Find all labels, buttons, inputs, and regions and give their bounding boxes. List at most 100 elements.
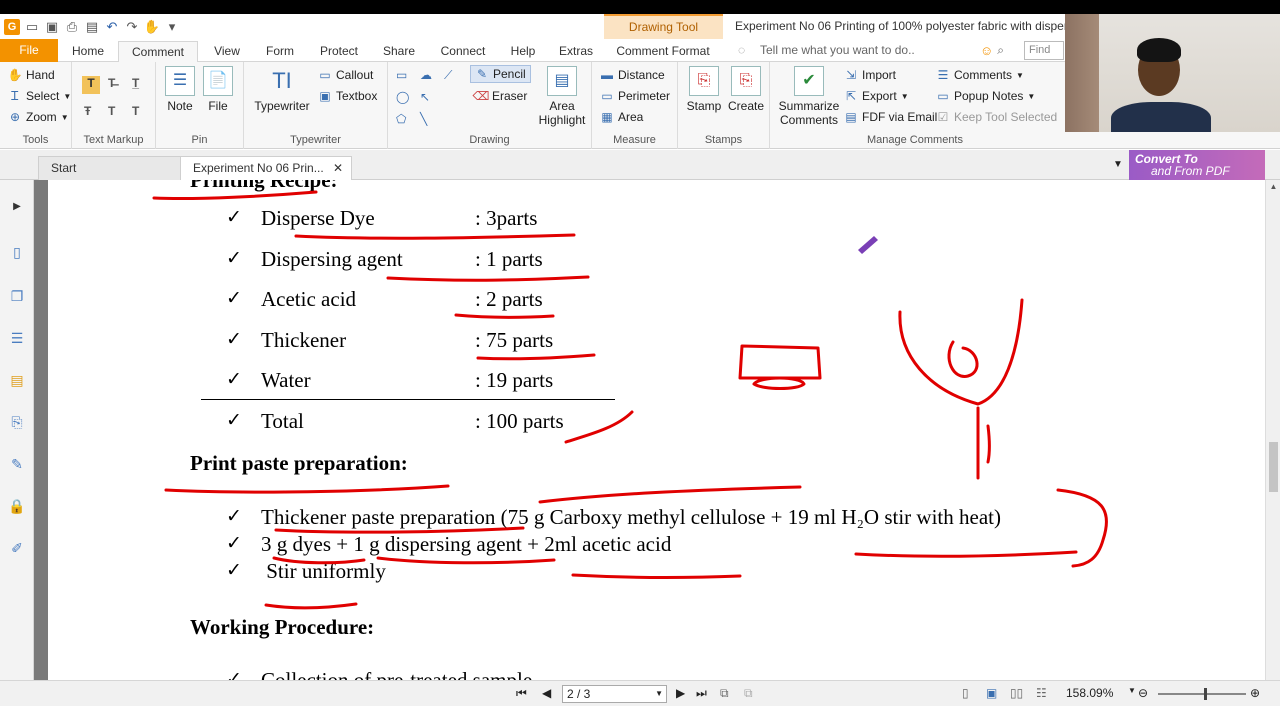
prev-page-icon[interactable]: ◀ [542, 686, 551, 700]
cloud-icon[interactable]: ☁ [420, 68, 432, 82]
line-icon[interactable]: ╲ [420, 112, 427, 126]
app-logo-icon: G [4, 19, 20, 35]
find-options-icon[interactable]: ⌕ [997, 43, 1004, 58]
create-stamp-button[interactable]: ⎘ Create [726, 66, 766, 113]
signature-icon[interactable]: ✎ [7, 454, 27, 474]
save-icon[interactable]: ▣ [44, 19, 60, 35]
menu-help[interactable]: Help [504, 41, 542, 62]
hand-tool-icon[interactable]: ✋ [144, 19, 160, 35]
last-page-icon[interactable]: ⏭ [696, 686, 707, 701]
drawing-tool-context-tab[interactable]: Drawing Tool [604, 14, 723, 39]
menu-extras[interactable]: Extras [552, 41, 600, 62]
menu-comment-format[interactable]: Comment Format [606, 41, 720, 62]
attachment-icon[interactable]: ⎘ [7, 412, 27, 432]
callout-button[interactable]: ▭ Callout [318, 68, 373, 82]
zoom-tool[interactable]: ⊕ Zoom ▼ [8, 110, 69, 124]
smiley-icon[interactable]: ☺ [980, 43, 993, 58]
highlight-text-icon[interactable]: T [82, 76, 100, 94]
fdf-email-button[interactable]: ▤ FDF via Email [844, 110, 937, 124]
underline-icon[interactable]: T̲ [132, 76, 139, 90]
customize-icon[interactable]: ▾ [164, 19, 180, 35]
redo-icon[interactable]: ↷ [124, 19, 140, 35]
find-input[interactable]: Find [1024, 41, 1064, 60]
oval-icon[interactable]: ◯ [396, 90, 409, 104]
menu-comment[interactable]: Comment [118, 41, 198, 64]
file-attach-button[interactable]: 📄 File [202, 66, 234, 113]
bookmark-icon[interactable]: ▯ [7, 242, 27, 262]
continuous-page-icon[interactable]: ▣ [986, 686, 997, 700]
export-button[interactable]: ⇱ Export ▼ [844, 89, 909, 103]
pages-icon[interactable]: ❐ [7, 286, 27, 306]
zoom-slider[interactable] [1158, 688, 1246, 700]
undo-icon[interactable]: ↶ [104, 19, 120, 35]
menu-share[interactable]: Share [376, 41, 422, 62]
ink-underline-paste [164, 484, 450, 494]
strikeout-icon[interactable]: T̶ [108, 76, 115, 90]
squiggly-icon[interactable]: Ŧ [84, 104, 91, 118]
vertical-scrollbar[interactable]: ▲ ▼ [1265, 180, 1280, 690]
continuous-facing-icon[interactable]: ☷ [1036, 686, 1047, 700]
menu-file[interactable]: File [0, 39, 58, 62]
stamp-button[interactable]: ⎘ Stamp [684, 66, 724, 113]
pen-tool-icon[interactable]: ✐ [7, 538, 27, 558]
replace-text-icon[interactable]: T [108, 104, 115, 118]
lock-icon[interactable]: 🔒 [7, 496, 27, 516]
single-page-icon[interactable]: ▯ [962, 686, 969, 700]
zoom-out-icon[interactable]: ⊖ [1138, 686, 1148, 700]
distance-button[interactable]: ▬ Distance [600, 68, 665, 82]
arrow-icon[interactable]: ↖ [420, 90, 430, 104]
hand-tool[interactable]: ✋ Hand [8, 68, 55, 82]
tab-start[interactable]: Start [38, 156, 182, 180]
ink-sketch-circle [947, 340, 979, 378]
menu-protect[interactable]: Protect [312, 41, 366, 62]
new-file-icon[interactable]: ▤ [84, 19, 100, 35]
tab-experiment[interactable]: Experiment No 06 Prin... ✕ [180, 156, 352, 180]
rectangle-icon[interactable]: ▭ [396, 68, 407, 82]
convert-pdf-banner[interactable]: Convert To and From PDF [1129, 150, 1265, 180]
expand-panel-icon[interactable]: ▶ [7, 196, 27, 216]
zoom-dropdown-icon[interactable]: ▼ [1128, 686, 1136, 695]
pdf-page[interactable]: Printing Recipe: ✓ Disperse Dye : 3parts… [48, 180, 1256, 690]
area-measure-button[interactable]: ▦ Area [600, 110, 643, 124]
facing-page-icon[interactable]: ▯▯ [1010, 686, 1023, 700]
first-page-icon[interactable]: ⏮ [516, 686, 527, 701]
next-page-icon[interactable]: ▶ [676, 686, 685, 700]
perimeter-button[interactable]: ▭ Perimeter [600, 89, 670, 103]
insert-text-icon[interactable]: T [132, 104, 139, 118]
text-cursor-icon: Ꮖ [11, 88, 19, 103]
print-icon[interactable]: ⎙ [64, 19, 80, 35]
layers-icon[interactable]: ☰ [7, 328, 27, 348]
zoom-in-icon[interactable]: ⊕ [1250, 686, 1260, 700]
zoom-slider-knob[interactable] [1204, 688, 1207, 700]
view-copy-icon[interactable]: ⧉ [720, 686, 729, 701]
scroll-thumb[interactable] [1269, 442, 1278, 492]
page-number-input[interactable]: 2 / 3 ▼ [562, 685, 667, 703]
comments-panel-icon[interactable]: ▤ [7, 370, 27, 390]
zoom-level[interactable]: 158.09% [1066, 686, 1113, 700]
select-tool[interactable]: Ꮖ Select ▼ [8, 88, 71, 104]
typewriter-button[interactable]: TI Typewriter [252, 66, 312, 114]
pencil-button[interactable]: ✎ Pencil [470, 65, 531, 83]
menu-connect[interactable]: Connect [432, 41, 494, 62]
webcam-person-shirt [1111, 102, 1211, 132]
scroll-up-icon[interactable]: ▲ [1266, 182, 1280, 191]
import-button[interactable]: ⇲ Import [844, 68, 896, 82]
polyline-icon[interactable]: ⟋ [444, 68, 452, 83]
menu-view[interactable]: View [206, 41, 248, 62]
menu-home[interactable]: Home [66, 41, 110, 62]
popup-notes-dropdown[interactable]: ▭ Popup Notes ▼ [936, 89, 1035, 103]
menu-form[interactable]: Form [258, 41, 302, 62]
area-highlight-button[interactable]: ▤ Area Highlight [536, 66, 588, 127]
tabs-overflow-icon[interactable]: ▼ [1113, 159, 1123, 170]
tell-me-box[interactable]: Tell me what you want to do.. [760, 43, 915, 57]
view-paste-icon[interactable]: ⧉ [744, 686, 753, 701]
close-tab-icon[interactable]: ✕ [333, 157, 343, 179]
textbox-button[interactable]: ▣ Textbox [318, 89, 377, 103]
note-button[interactable]: ☰ Note [164, 66, 196, 113]
comments-dropdown[interactable]: ☰ Comments ▼ [936, 68, 1024, 82]
summarize-comments-button[interactable]: ✔ Summarize Comments [776, 66, 842, 127]
eraser-button[interactable]: ⌫ Eraser [473, 89, 528, 103]
polygon-icon[interactable]: ⬠ [396, 112, 406, 126]
keep-tool-selected-checkbox[interactable]: ☑ Keep Tool Selected [936, 110, 1058, 124]
open-folder-icon[interactable]: ▭ [24, 19, 40, 35]
